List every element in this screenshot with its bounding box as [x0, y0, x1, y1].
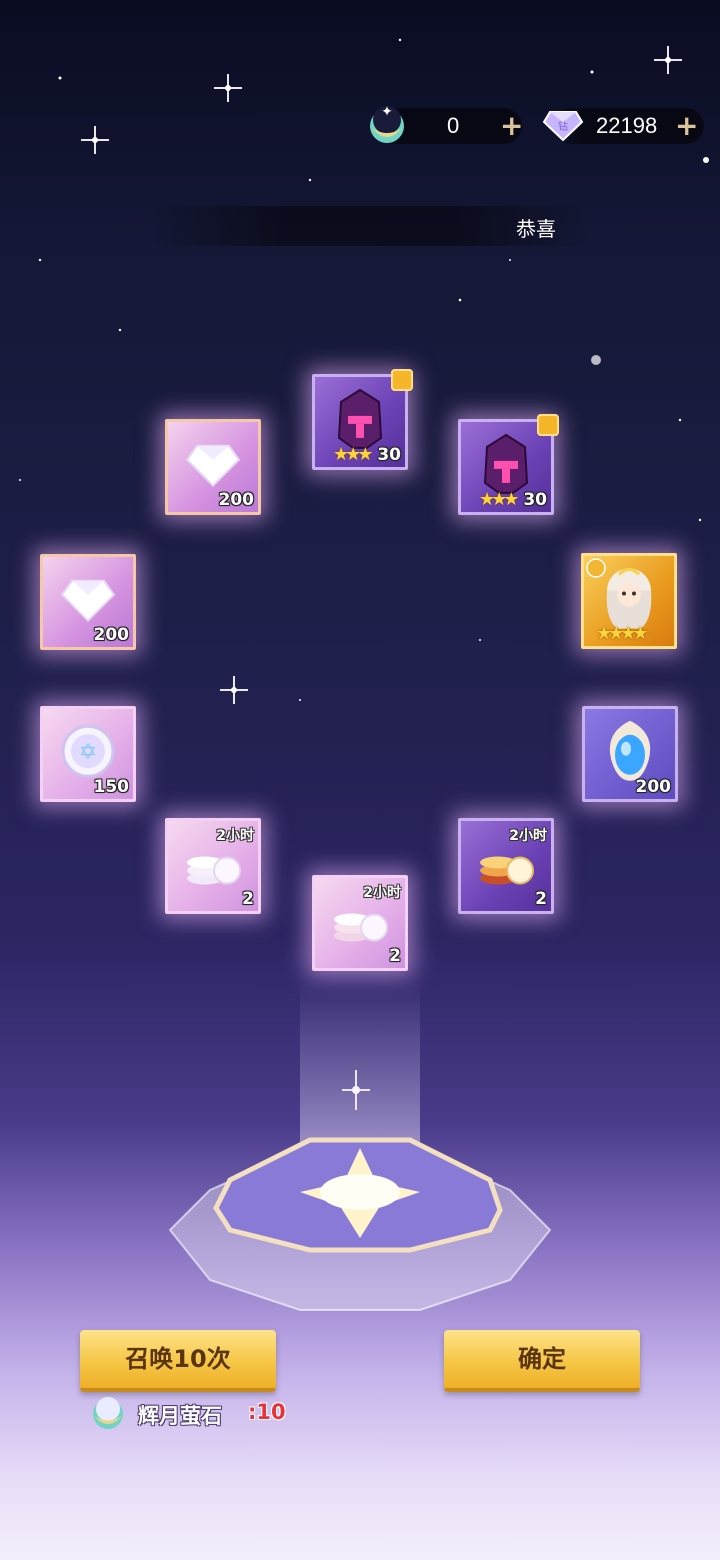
hero-portrait-icon: [606, 568, 652, 629]
reward-card-star-coin[interactable]: ✡ 150: [40, 706, 136, 802]
helmet-icon: [483, 433, 529, 494]
reward-card-helmet-fragment[interactable]: ★★★ 30: [312, 369, 413, 470]
summon-pedestal: [168, 1137, 552, 1311]
moonstone-add-button[interactable]: +: [500, 112, 523, 140]
diamond-amount: 22198: [596, 113, 658, 138]
reward-card-diamond[interactable]: 200: [40, 554, 136, 650]
cost-item-label: 辉月萤石: [138, 1404, 222, 1428]
diamond-add-button[interactable]: +: [675, 112, 698, 140]
reward-count: 200: [635, 777, 672, 797]
reward-count: 2: [242, 889, 254, 909]
reward-count: 30: [523, 490, 547, 510]
reward-card-blue-crystal[interactable]: 200: [582, 706, 678, 802]
svg-text:钻: 钻: [558, 120, 568, 133]
diamond-icon: [60, 579, 116, 623]
reward-card-helmet-fragment[interactable]: ★★★ 30: [458, 414, 559, 515]
gold-coins-icon: [480, 856, 534, 885]
reward-count: 2: [389, 946, 401, 966]
fragment-badge-icon: [391, 369, 413, 391]
reward-card-hero[interactable]: ★★★★: [581, 553, 677, 649]
summon-10-button[interactable]: 召唤10次: [80, 1330, 276, 1392]
reward-stars: ★★★★: [596, 623, 649, 644]
diamond-icon: 钻: [542, 111, 584, 142]
blue-crystal-icon: [609, 720, 651, 781]
svg-text:✡: ✡: [79, 740, 97, 765]
svg-text:✦: ✦: [381, 104, 393, 120]
reward-count: 200: [93, 625, 130, 645]
fragment-badge-icon: [537, 414, 559, 436]
moonstone-cost-icon: [93, 1397, 123, 1429]
reward-count: 2: [535, 889, 547, 909]
reward-stars: ★★★: [479, 489, 519, 510]
star-coin-icon: ✡: [61, 724, 115, 778]
confirm-button[interactable]: 确定: [444, 1330, 640, 1392]
silver-coins-icon: [187, 856, 241, 885]
moonstone-icon: ✦: [370, 104, 404, 143]
hero-class-badge-icon: [586, 558, 606, 578]
moonstone-amount: 0: [447, 113, 460, 138]
reward-count: 200: [218, 490, 255, 510]
diamond-icon: [185, 444, 241, 488]
reward-card-silver-coins[interactable]: 2小时 2: [312, 875, 408, 971]
congrats-text: 恭喜: [516, 217, 556, 241]
reward-count: 30: [377, 445, 401, 465]
helmet-icon: [337, 388, 383, 449]
cost-value: :10: [248, 1400, 286, 1424]
reward-card-gold-coins[interactable]: 2小时 2: [458, 818, 554, 914]
reward-stars: ★★★: [333, 444, 373, 465]
reward-card-diamond[interactable]: 200: [165, 419, 261, 515]
reward-count: 150: [93, 777, 130, 797]
reward-card-silver-coins[interactable]: 2小时 2: [165, 818, 261, 914]
silver-coins-icon: [334, 913, 388, 942]
